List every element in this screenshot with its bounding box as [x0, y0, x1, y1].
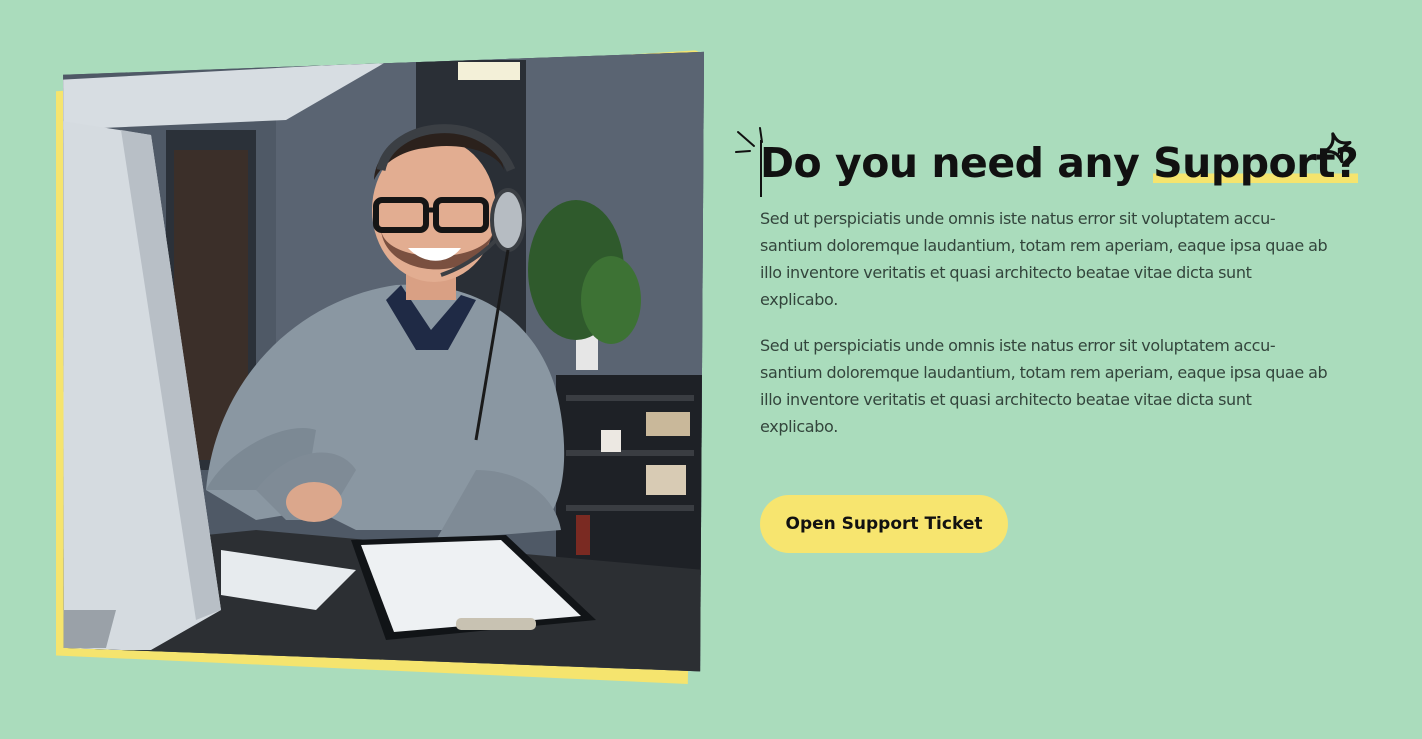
intro-paragraph-2: Sed ut perspiciatis unde omnis iste natu…	[760, 336, 1328, 437]
support-agent-photo	[63, 51, 704, 672]
intro-paragraph-1: Sed ut perspiciatis unde omnis iste natu…	[760, 209, 1328, 310]
photo-frame	[56, 50, 704, 684]
text-caret	[760, 140, 762, 197]
sparkle-star-icon	[1322, 132, 1352, 164]
page-title: Do you need any Support?	[735, 127, 1359, 197]
support-content: Do you need any Support? Sed ut perspici…	[735, 127, 1359, 554]
heading-prefix: Do you need any	[760, 139, 1154, 187]
open-support-ticket-button[interactable]: Open Support Ticket	[760, 495, 1008, 554]
support-agent-illustration	[63, 51, 704, 672]
